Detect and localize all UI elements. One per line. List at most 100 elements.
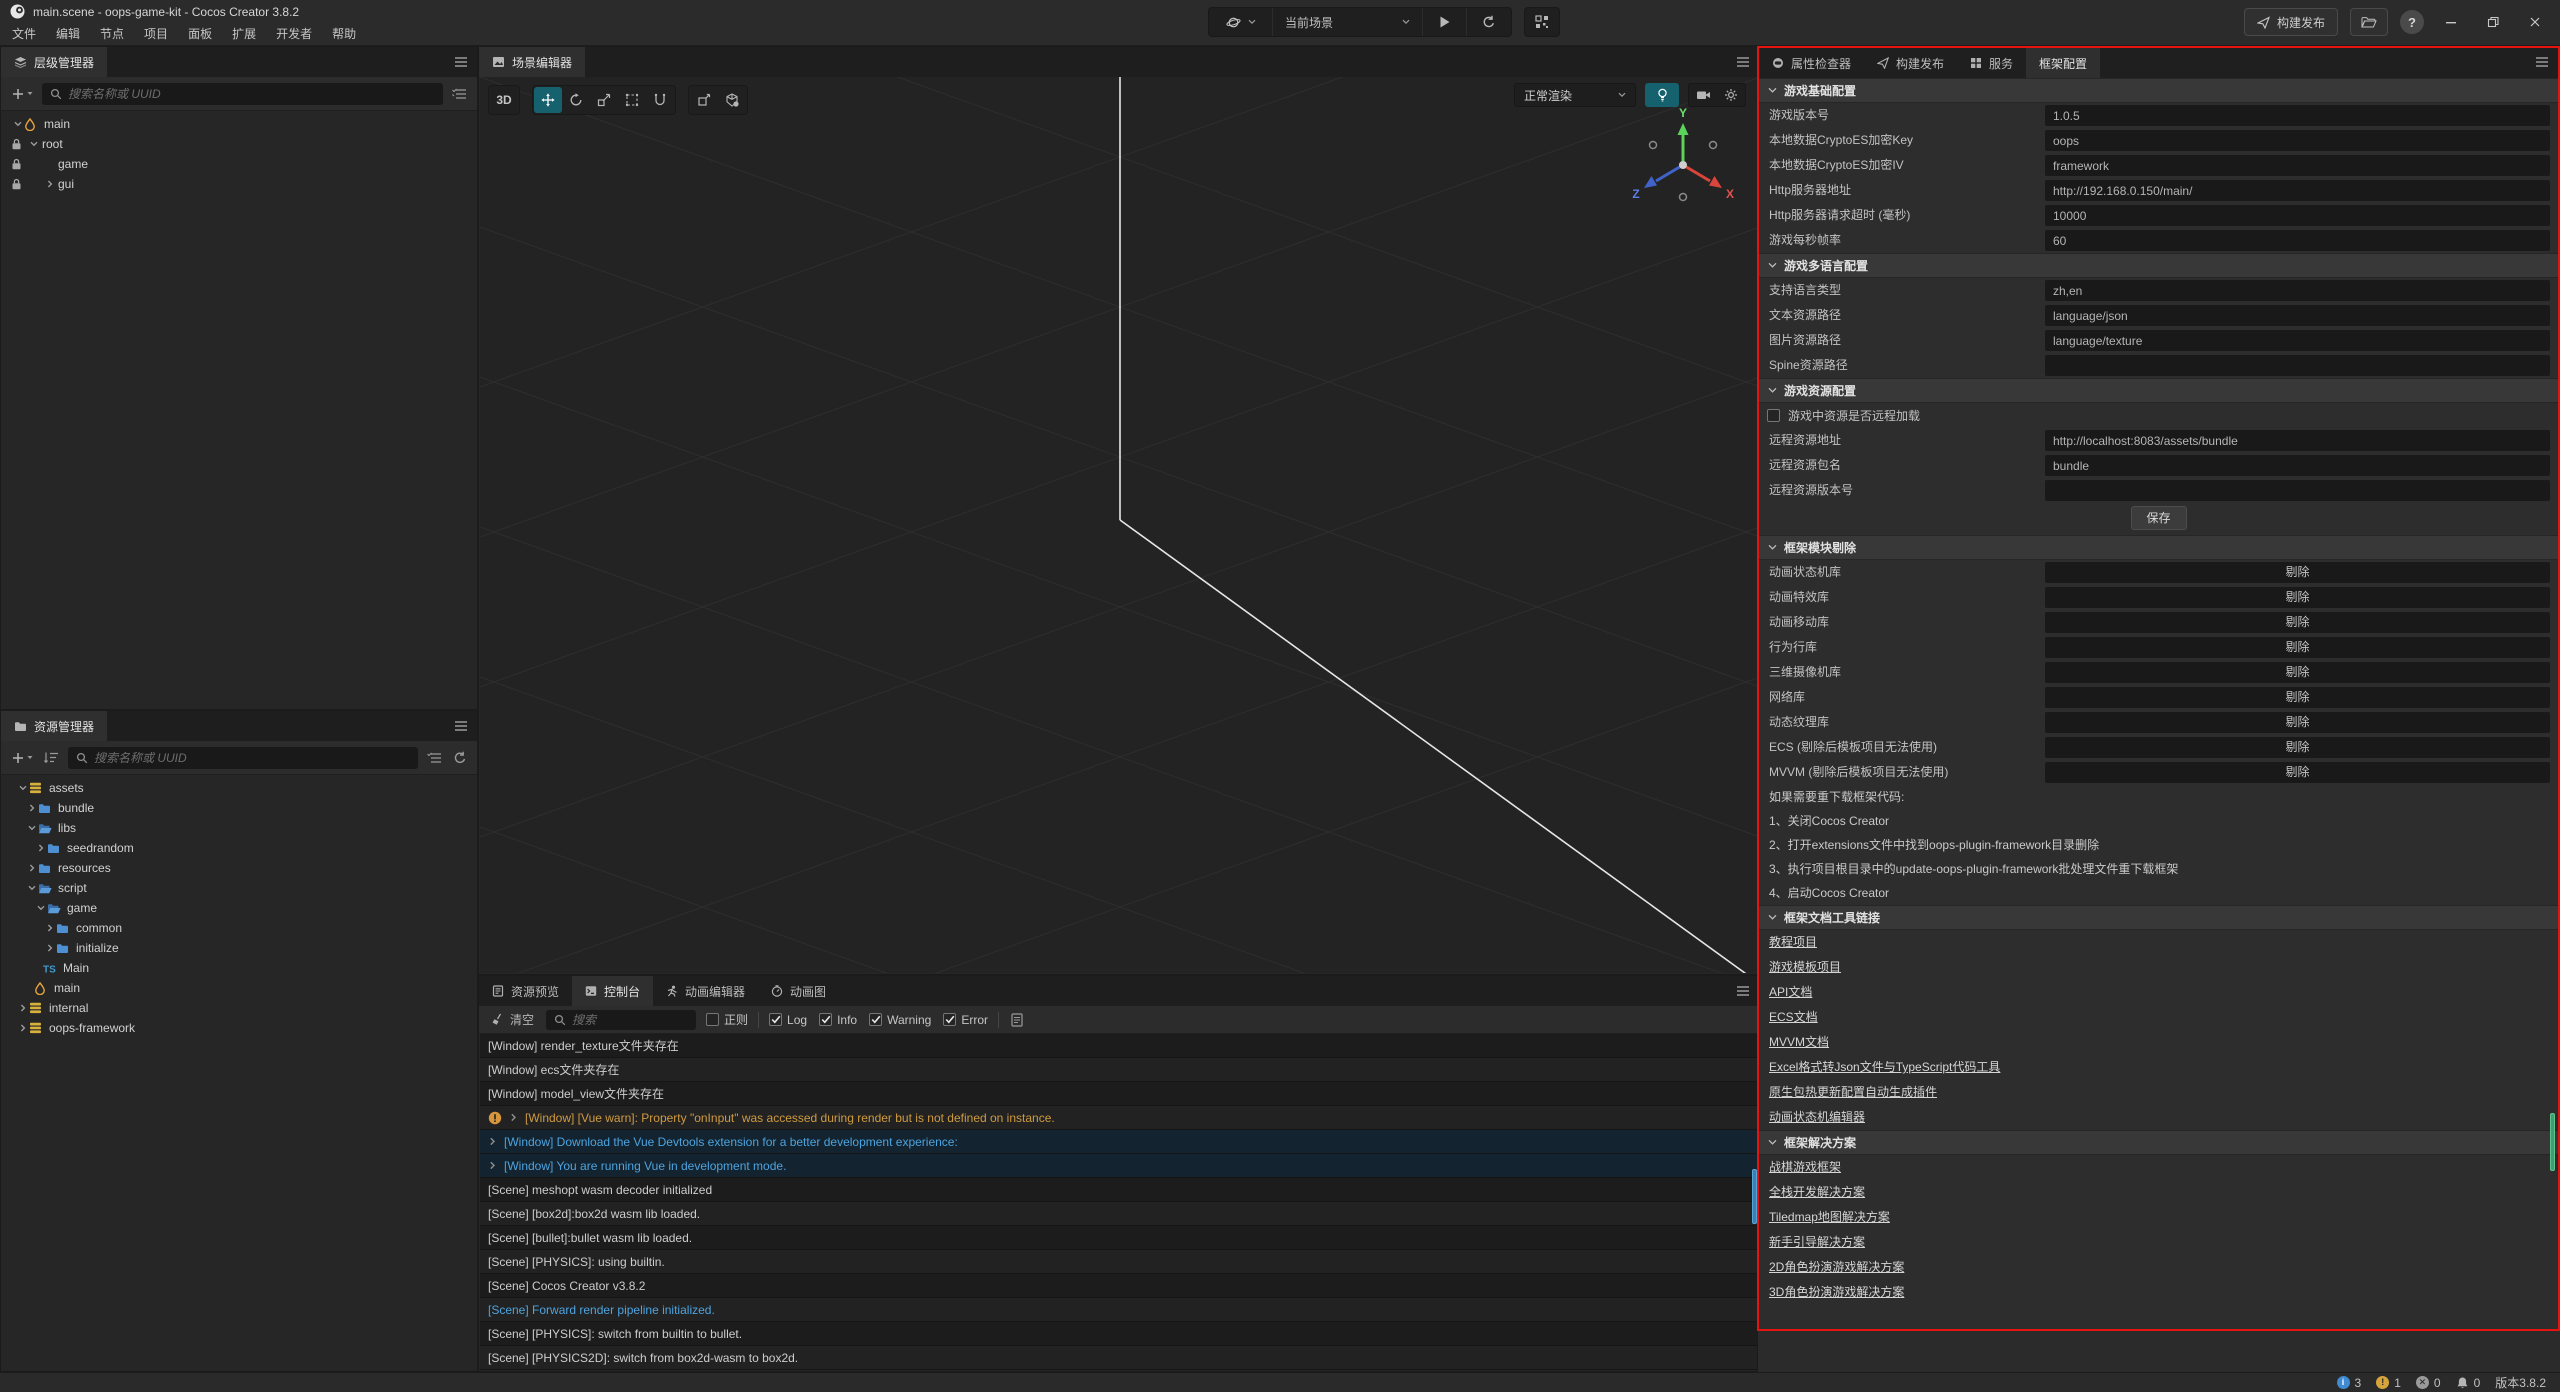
property-input[interactable] <box>2045 480 2550 501</box>
checkbox[interactable] <box>943 1013 956 1026</box>
hierarchy-filter-button[interactable] <box>450 88 469 100</box>
doc-link[interactable]: ECS文档 <box>1759 1005 2558 1030</box>
menu-item[interactable]: 开发者 <box>266 24 322 44</box>
doc-link[interactable]: 游戏模板项目 <box>1759 955 2558 980</box>
menu-item[interactable]: 扩展 <box>222 24 266 44</box>
property-input[interactable] <box>2045 330 2550 351</box>
solution-link[interactable]: 3D角色扮演游戏解决方案 <box>1759 1280 2558 1305</box>
tree-item-bundle[interactable]: bundle <box>1 798 477 818</box>
cube-snap-button[interactable] <box>718 87 746 113</box>
trim-delete-button[interactable]: 剔除 <box>2045 662 2550 683</box>
status-notifications[interactable]: 0 <box>2456 1376 2481 1390</box>
tree-item-main[interactable]: main <box>1 978 477 998</box>
solution-link[interactable]: 全栈开发解决方案 <box>1759 1180 2558 1205</box>
trim-delete-button[interactable]: 剔除 <box>2045 637 2550 658</box>
preview-qr-button[interactable] <box>1524 7 1560 37</box>
chevron-down-icon[interactable] <box>25 883 38 893</box>
property-input[interactable] <box>2045 280 2550 301</box>
build-publish-button[interactable]: 构建发布 <box>2244 8 2338 36</box>
scene-viewport[interactable]: 3D 正常渲染 <box>480 77 1758 973</box>
inspector-scrollbar-thumb[interactable] <box>2550 1113 2555 1171</box>
create-node-button[interactable] <box>9 87 35 101</box>
regex-option[interactable]: 正则 <box>706 1011 748 1028</box>
console-clear-button[interactable]: 清空 <box>489 1011 536 1028</box>
section-module-trim[interactable]: 框架模块剔除 <box>1759 535 2558 560</box>
tab-服务[interactable]: 服务 <box>1957 48 2026 78</box>
property-input[interactable] <box>2045 230 2550 251</box>
checkbox[interactable] <box>819 1013 832 1026</box>
checkbox[interactable] <box>769 1013 782 1026</box>
console-log-row[interactable]: [Scene] [box2d]:box2d wasm lib loaded. <box>480 1202 1758 1226</box>
property-input[interactable] <box>2045 180 2550 201</box>
assets-search-input[interactable] <box>94 751 410 765</box>
section-resources[interactable]: 游戏资源配置 <box>1759 378 2558 403</box>
tab-资源预览[interactable]: 资源预览 <box>479 976 572 1006</box>
trim-delete-button[interactable]: 剔除 <box>2045 587 2550 608</box>
filter-error[interactable]: Error <box>943 1013 988 1027</box>
chevron-right-icon[interactable] <box>43 923 56 933</box>
property-input[interactable] <box>2045 105 2550 126</box>
tree-item-assets[interactable]: assets <box>1 778 477 798</box>
property-input[interactable] <box>2045 455 2550 476</box>
console-log-row[interactable]: [Scene] [PHYSICS]: switch from builtin t… <box>480 1322 1758 1346</box>
restore-button[interactable] <box>2478 9 2508 35</box>
solution-link[interactable]: Tiledmap地图解决方案 <box>1759 1205 2558 1230</box>
assets-filter-button[interactable] <box>425 752 444 764</box>
chevron-down-icon[interactable] <box>11 119 24 129</box>
grid-snap-button[interactable] <box>690 87 718 113</box>
minimize-button[interactable] <box>2436 9 2466 35</box>
assets-refresh-button[interactable] <box>451 751 469 765</box>
console-log-row[interactable]: [Scene] [PHYSICS]: using builtin. <box>480 1250 1758 1274</box>
doc-link[interactable]: 原生包热更新配置自动生成插件 <box>1759 1080 2558 1105</box>
menu-item[interactable]: 面板 <box>178 24 222 44</box>
restart-button[interactable] <box>1467 8 1511 36</box>
chevron-down-icon[interactable] <box>34 903 47 913</box>
close-button[interactable] <box>2520 9 2550 35</box>
chevron-down-icon[interactable] <box>25 823 38 833</box>
solution-link[interactable]: 战棋游戏框架 <box>1759 1155 2558 1180</box>
console-log-row[interactable]: [Window] You are running Vue in developm… <box>480 1154 1758 1178</box>
console-log-row[interactable]: [Window] render_texture文件夹存在 <box>480 1034 1758 1058</box>
section-language[interactable]: 游戏多语言配置 <box>1759 253 2558 278</box>
orientation-gizmo[interactable]: Y X Z <box>1626 105 1746 217</box>
section-game-basic[interactable]: 游戏基础配置 <box>1759 78 2558 103</box>
doc-link[interactable]: 动画状态机编辑器 <box>1759 1105 2558 1130</box>
regex-checkbox[interactable]: 正则 <box>706 1011 748 1028</box>
hierarchy-search[interactable] <box>42 83 443 105</box>
lock-icon[interactable] <box>11 178 22 190</box>
tab-assets[interactable]: 资源管理器 <box>1 711 107 741</box>
remote-load-checkbox[interactable] <box>1767 409 1780 422</box>
tree-item-internal[interactable]: internal <box>1 998 477 1018</box>
menu-item[interactable]: 文件 <box>2 24 46 44</box>
console-log-row[interactable]: [Scene] [bullet]:bullet wasm lib loaded. <box>480 1226 1758 1250</box>
chevron-right-icon[interactable] <box>34 843 47 853</box>
tree-item-game[interactable]: game <box>1 898 477 918</box>
tab-scene-editor[interactable]: 场景编辑器 <box>479 47 585 77</box>
assets-sort-button[interactable] <box>42 751 61 764</box>
inspector-menu-icon[interactable] <box>2535 56 2549 68</box>
assets-menu-icon[interactable] <box>454 720 468 732</box>
assets-search[interactable] <box>68 747 418 769</box>
chevron-right-icon[interactable] <box>16 1003 29 1013</box>
chevron-right-icon[interactable] <box>43 179 56 189</box>
tree-item-Main[interactable]: TSMain <box>1 958 477 978</box>
create-asset-button[interactable] <box>9 751 35 765</box>
menu-item[interactable]: 帮助 <box>322 24 366 44</box>
console-log-row[interactable]: [Scene] meshopt wasm decoder initialized <box>480 1178 1758 1202</box>
tree-item-script[interactable]: script <box>1 878 477 898</box>
console-menu-icon[interactable] <box>1736 985 1750 997</box>
tree-item-main[interactable]: main <box>1 114 477 134</box>
expand-arrow-icon[interactable] <box>509 1113 518 1122</box>
scene-menu-icon[interactable] <box>1736 56 1750 68</box>
tab-控制台[interactable]: 控制台 <box>572 976 653 1006</box>
console-search[interactable] <box>546 1010 696 1030</box>
doc-link[interactable]: MVVM文档 <box>1759 1030 2558 1055</box>
tree-item-initialize[interactable]: initialize <box>1 938 477 958</box>
doc-link[interactable]: API文档 <box>1759 980 2558 1005</box>
expand-arrow-icon[interactable] <box>488 1161 497 1170</box>
console-log-list[interactable]: [Window] render_texture文件夹存在[Window] ecs… <box>480 1034 1758 1370</box>
solution-link[interactable]: 新手引导解决方案 <box>1759 1230 2558 1255</box>
filter-info[interactable]: Info <box>819 1013 857 1027</box>
section-doc-links[interactable]: 框架文档工具链接 <box>1759 905 2558 930</box>
chevron-down-icon[interactable] <box>16 783 29 793</box>
